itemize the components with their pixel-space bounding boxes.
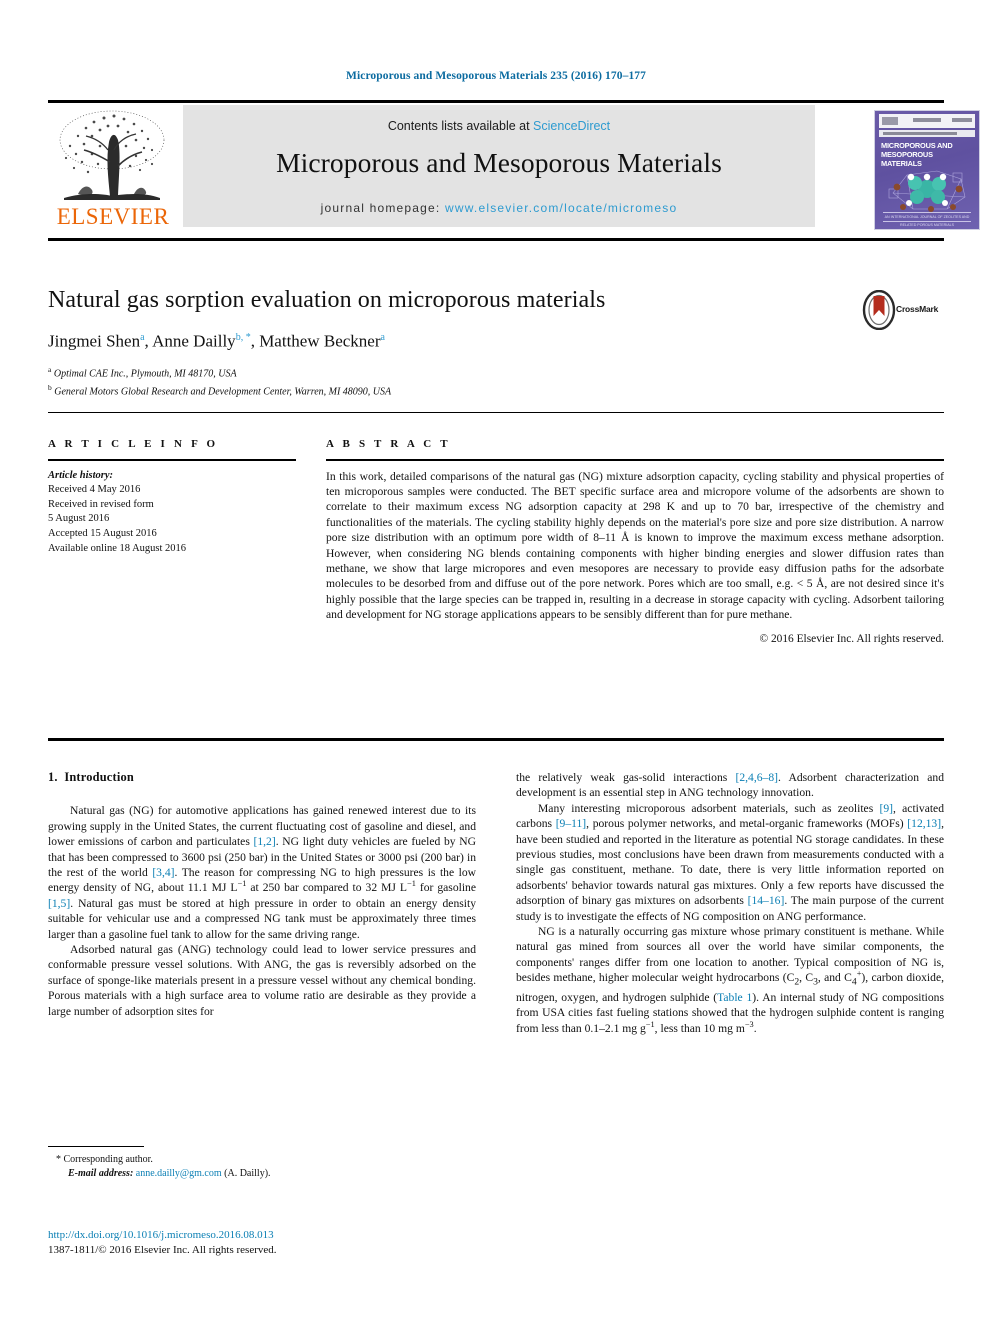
abstract-heading: A B S T R A C T (326, 438, 451, 450)
author-affil-mark: a (380, 332, 385, 343)
masthead-bottom-rule (48, 238, 944, 241)
abstract-bottom-rule (48, 738, 944, 741)
contents-lists-line: Contents lists available at ScienceDirec… (183, 119, 815, 133)
affiliation-list: a Optimal CAE Inc., Plymouth, MI 48170, … (48, 363, 944, 400)
paragraph: the relatively weak gas-solid interactio… (516, 771, 944, 800)
author-name: Anne Dailly (152, 331, 236, 351)
corresponding-author-note: * Corresponding author. (56, 1154, 153, 1165)
abstract-copyright: © 2016 Elsevier Inc. All rights reserved… (759, 632, 944, 645)
article-info-heading: A R T I C L E I N F O (48, 438, 219, 450)
cover-footer: AN INTERNATIONAL JOURNAL OF ZEOLITES AND… (883, 212, 971, 227)
elsevier-wordmark: ELSEVIER (56, 204, 170, 229)
issn-copyright-line: 1387-1811/© 2016 Elsevier Inc. All right… (48, 1244, 277, 1256)
affiliation-mark: a (48, 364, 52, 374)
article-history-line: Available online 18 August 2016 (48, 542, 187, 554)
footnote-block: * Corresponding author. E-mail address: … (48, 1146, 476, 1181)
journal-cover-thumbnail[interactable]: MICROPOROUS AND MESOPOROUS MATERIALS AN … (868, 106, 992, 232)
article-info-rule (48, 459, 296, 461)
sciencedirect-link[interactable]: ScienceDirect (533, 119, 610, 133)
doi-link[interactable]: http://dx.doi.org/10.1016/j.micromeso.20… (48, 1228, 488, 1243)
journal-masthead: ELSEVIER Contents lists available at Sci… (48, 100, 992, 232)
homepage-prefix: journal homepage: (320, 201, 445, 215)
masthead-top-rule (48, 100, 944, 103)
body-column-right: the relatively weak gas-solid interactio… (516, 770, 944, 1036)
affiliation-text: General Motors Global Research and Devel… (54, 386, 392, 398)
email-label: E-mail address: (68, 1168, 134, 1179)
email-owner: (A. Dailly). (224, 1168, 271, 1179)
citation-link[interactable]: [1,2] (254, 835, 276, 848)
body-column-left: 1. Introduction Natural gas (NG) for aut… (48, 770, 476, 1019)
section-title: Introduction (64, 770, 134, 784)
masthead-band: Contents lists available at ScienceDirec… (183, 105, 815, 227)
email-note: E-mail address: anne.dailly@gm.com (A. D… (48, 1167, 476, 1181)
citation-link[interactable]: [9] (879, 802, 893, 815)
paragraph: Many interesting microporous adsorbent m… (516, 801, 945, 923)
paragraph: Adsorbed natural gas (ANG) technology co… (48, 943, 476, 1018)
section-number: 1. (48, 770, 58, 784)
cover-footer-text: AN INTERNATIONAL JOURNAL OF ZEOLITES AND… (884, 215, 970, 227)
info-top-rule (48, 412, 944, 414)
article-info-section: A R T I C L E I N F O Article history: R… (48, 438, 296, 556)
journal-title: Microporous and Mesoporous Materials (276, 147, 722, 178)
affiliation-mark: b (48, 382, 52, 392)
article-history-label: Article history: (48, 469, 114, 481)
author-name: Matthew Beckner (259, 331, 381, 351)
affiliation-item: a Optimal CAE Inc., Plymouth, MI 48170, … (48, 363, 944, 381)
journal-homepage-line: journal homepage: www.elsevier.com/locat… (183, 201, 815, 215)
author-list: Jingmei Shen a, Anne Daillyb, *, Matthew … (48, 327, 944, 353)
citation-link[interactable]: [3,4] (152, 866, 174, 879)
affiliation-item: b General Motors Global Research and Dev… (48, 381, 944, 399)
table-reference-link[interactable]: Table 1 (717, 991, 752, 1004)
article-history-line: Received in revised form (48, 498, 154, 510)
abstract-section: A B S T R A C T In this work, detailed c… (326, 438, 944, 645)
citation-link[interactable]: [2,4,6–8] (735, 771, 778, 784)
affiliation-text: Optimal CAE Inc., Plymouth, MI 48170, US… (53, 367, 237, 379)
paragraph: NG is a naturally occurring gas mixture … (516, 925, 944, 1035)
crossmark-icon (862, 289, 896, 331)
author-affil-mark: b, * (235, 332, 251, 343)
article-history-line: Accepted 15 August 2016 (48, 527, 157, 539)
contents-prefix: Contents lists available at (387, 119, 534, 133)
section-heading: 1. Introduction (48, 770, 476, 785)
crossmark-label: CrossMark (896, 304, 939, 314)
page-title: Natural gas sorption evaluation on micro… (48, 287, 606, 313)
citation-link[interactable]: [12,13] (907, 817, 941, 830)
author-name: Jingmei Shen (48, 331, 141, 351)
abstract-text: In this work, detailed comparisons of th… (326, 469, 944, 622)
cover-header-bar (879, 114, 975, 128)
paragraph: Natural gas (NG) for automotive applicat… (48, 804, 477, 941)
crossmark-badge[interactable]: CrossMark (862, 289, 944, 336)
article-history-line: 5 August 2016 (48, 513, 110, 525)
footnote-rule (48, 1146, 144, 1147)
email-link[interactable]: anne.dailly@gm.com (136, 1168, 222, 1179)
author-sep: , (250, 331, 260, 351)
cover-inner: MICROPOROUS AND MESOPOROUS MATERIALS AN … (874, 110, 980, 230)
elsevier-logo: ELSEVIER (48, 106, 176, 232)
abstract-rule (326, 459, 944, 461)
article-history-line: Received 4 May 2016 (48, 484, 141, 496)
running-head: Microporous and Mesoporous Materials 235… (345, 70, 647, 82)
imprint-block: http://dx.doi.org/10.1016/j.micromeso.20… (48, 1228, 488, 1258)
article-title-block: Natural gas sorption evaluation on micro… (48, 285, 944, 399)
citation-link[interactable]: [1,5] (48, 897, 70, 910)
article-history: Article history: Received 4 May 2016 Rec… (48, 469, 296, 557)
journal-homepage-link[interactable]: www.elsevier.com/locate/micromeso (445, 201, 677, 215)
cover-molecule-art (888, 170, 966, 212)
citation-link[interactable]: [9–11] (556, 817, 586, 830)
paper-page: Microporous and Mesoporous Materials 235… (0, 0, 992, 1323)
citation-link[interactable]: [14–16] (748, 894, 785, 907)
author-sep: , (144, 331, 153, 351)
cover-subheader-bar (879, 130, 975, 137)
